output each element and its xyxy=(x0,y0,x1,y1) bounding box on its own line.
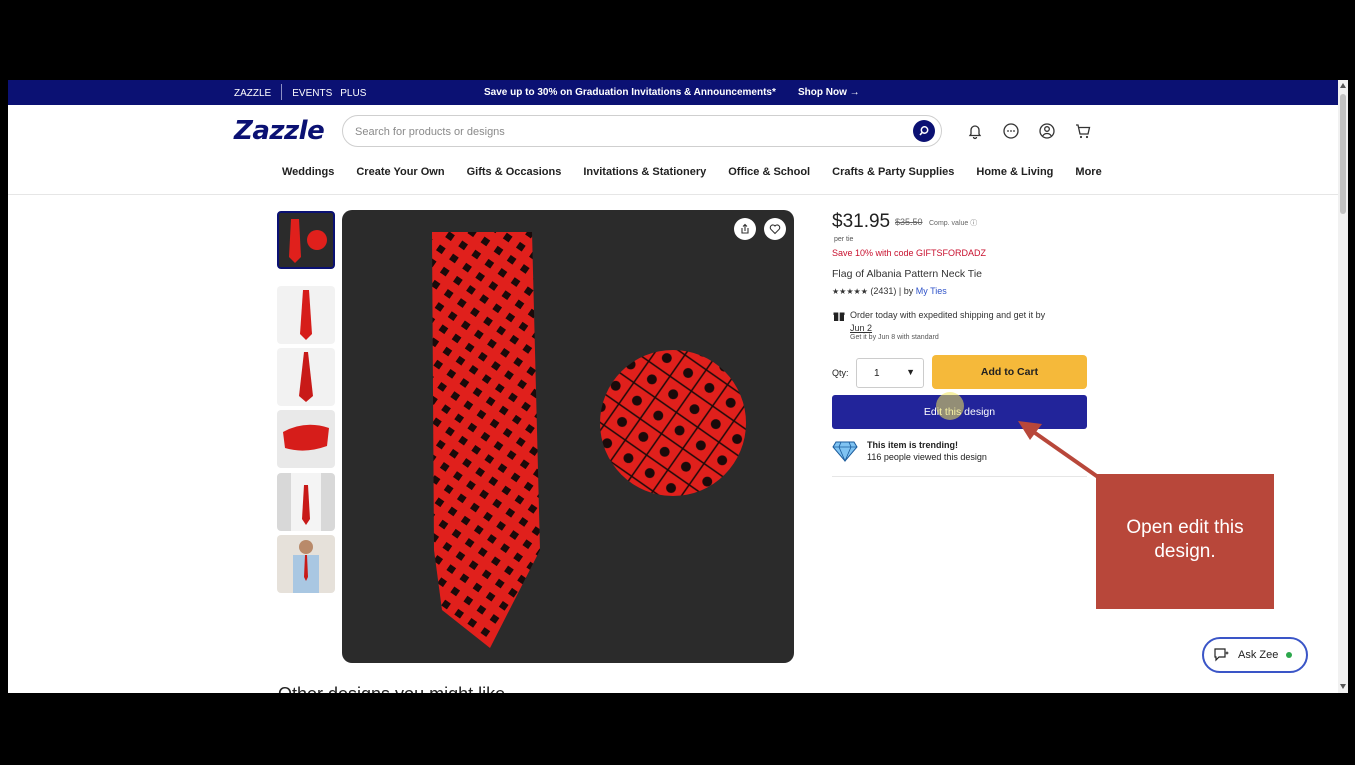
thumbnail-5[interactable] xyxy=(277,473,335,531)
per-unit-label: per tie xyxy=(834,236,854,243)
product-title: Flag of Albania Pattern Neck Tie xyxy=(832,268,982,280)
promo-events-link[interactable]: EVENTS xyxy=(292,88,332,99)
cart-icon[interactable] xyxy=(1072,120,1094,142)
diamond-icon xyxy=(832,441,858,462)
promo-bar: ZAZZLE EVENTS PLUS Save up to 30% on Gra… xyxy=(8,80,1338,105)
annotation-callout: Open edit this design. xyxy=(1096,474,1274,609)
price: $31.95 xyxy=(832,211,891,232)
zazzle-logo[interactable]: Zazzle xyxy=(234,116,325,146)
ask-zee-label: Ask Zee xyxy=(1238,649,1279,661)
product-main-image[interactable] xyxy=(342,210,794,663)
chevron-down-icon: ▼ xyxy=(906,367,915,377)
promo-plus-link[interactable]: PLUS xyxy=(340,88,366,99)
shop-now-link[interactable]: Shop Now → xyxy=(798,87,860,98)
account-icon[interactable] xyxy=(1036,120,1058,142)
seller-link[interactable]: My Ties xyxy=(916,286,947,296)
header-icons xyxy=(964,120,1094,142)
chat-icon[interactable] xyxy=(1000,120,1022,142)
nav-invitations-stationery[interactable]: Invitations & Stationery xyxy=(583,166,706,178)
quantity-select[interactable]: 1 ▼ xyxy=(856,358,924,388)
chat-sparkle-icon xyxy=(1214,648,1229,662)
nav-gifts-occasions[interactable]: Gifts & Occasions xyxy=(467,166,562,178)
qty-label: Qty: xyxy=(832,368,849,378)
favorite-button[interactable] xyxy=(764,218,786,240)
share-button[interactable] xyxy=(734,218,756,240)
scrollbar-thumb[interactable] xyxy=(1340,94,1346,214)
shipping-text: Order today with expedited shipping and … xyxy=(850,310,1046,320)
bell-icon[interactable] xyxy=(964,120,986,142)
thumbnail-3[interactable] xyxy=(277,348,335,406)
trending-text: 116 people viewed this design xyxy=(867,452,987,462)
search-icon xyxy=(919,126,929,136)
divider xyxy=(281,84,283,100)
by-label: | by xyxy=(898,286,914,296)
more-designs-heading: Other designs you might like xyxy=(278,684,505,693)
nav-create-your-own[interactable]: Create Your Own xyxy=(356,166,444,178)
scrollbar[interactable] xyxy=(1338,80,1348,693)
standard-shipping-text: Get it by Jun 8 with standard xyxy=(850,334,939,341)
edit-design-button[interactable]: Edit this design xyxy=(832,395,1087,429)
scroll-down-arrow[interactable] xyxy=(1340,684,1346,689)
search-button[interactable] xyxy=(913,120,935,142)
comp-value-label[interactable]: Comp. value ⓘ xyxy=(929,218,977,228)
thumbnail-6[interactable] xyxy=(277,535,335,593)
search-input[interactable]: Search for products or designs xyxy=(355,126,505,138)
star-rating[interactable]: ★★★★★ xyxy=(832,287,868,296)
promo-message[interactable]: Save up to 30% on Graduation Invitations… xyxy=(484,87,776,98)
share-icon xyxy=(741,223,749,234)
heart-icon xyxy=(769,224,781,235)
promo-brand-link[interactable]: ZAZZLE xyxy=(234,88,271,99)
scroll-up-arrow[interactable] xyxy=(1340,83,1346,88)
search-bar[interactable]: Search for products or designs xyxy=(342,115,942,147)
divider xyxy=(832,476,1087,477)
divider xyxy=(8,194,1338,195)
info-icon[interactable]: ⓘ xyxy=(970,220,977,227)
rating-row: ★★★★★ (2431) | by My Ties xyxy=(832,286,947,296)
status-dot xyxy=(1286,652,1293,658)
browser-viewport: ZAZZLE EVENTS PLUS Save up to 30% on Gra… xyxy=(8,80,1348,693)
main-nav: Weddings Create Your Own Gifts & Occasio… xyxy=(282,166,1102,178)
trending-title: This item is trending! xyxy=(867,440,959,450)
thumbnail-2[interactable] xyxy=(277,286,335,344)
nav-office-school[interactable]: Office & School xyxy=(728,166,810,178)
nav-weddings[interactable]: Weddings xyxy=(282,166,334,178)
gift-icon xyxy=(833,312,845,321)
thumbnail-1[interactable] xyxy=(277,211,335,269)
thumbnail-4[interactable] xyxy=(277,410,335,468)
shipping-date-link[interactable]: Jun 2 xyxy=(850,323,872,333)
qty-value: 1 xyxy=(874,368,880,379)
nav-crafts-party-supplies[interactable]: Crafts & Party Supplies xyxy=(832,166,954,178)
old-price: $35.50 xyxy=(895,217,923,227)
promo-code-text: Save 10% with code GIFTSFORDADZ xyxy=(832,248,987,258)
nav-home-living[interactable]: Home & Living xyxy=(976,166,1053,178)
ask-zee-button[interactable]: Ask Zee xyxy=(1202,637,1308,673)
tie-illustration xyxy=(432,232,746,648)
add-to-cart-button[interactable]: Add to Cart xyxy=(932,355,1087,389)
nav-more[interactable]: More xyxy=(1075,166,1101,178)
review-count[interactable]: (2431) xyxy=(870,286,896,296)
